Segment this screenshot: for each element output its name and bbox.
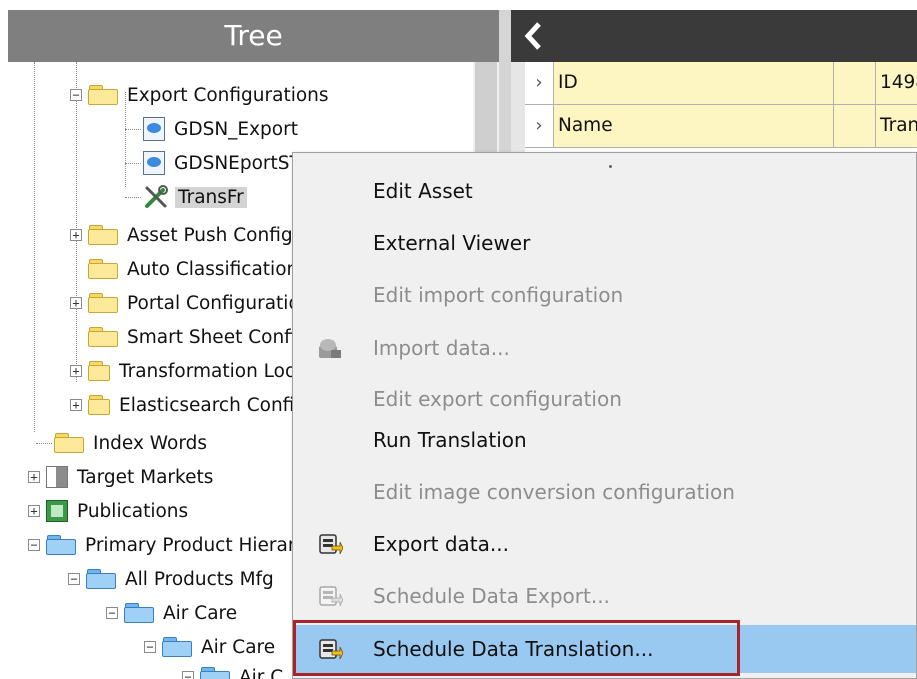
expand-icon[interactable]: + [70,229,82,241]
menu-item-schedule-data-export[interactable]: Schedule Data Export... [293,572,916,620]
expand-icon[interactable]: + [70,365,82,377]
tree-item-label: Publications [77,500,189,522]
tree-item-label: Index Words [93,432,207,454]
folder-icon [162,637,192,657]
wrench-screwdriver-icon [143,184,169,210]
schedule-export-icon [317,584,344,608]
menu-item-label: Edit import configuration [373,283,624,307]
import-data-icon [317,336,343,360]
property-name: Name [553,105,833,147]
folder-icon [88,225,118,245]
export-data-icon [317,532,344,556]
menu-item-label: Export data... [373,532,509,556]
expand-icon[interactable]: + [70,399,82,411]
schedule-translation-icon [317,637,344,661]
tree-item-label: GDSN_Export [174,118,298,140]
publications-icon [46,500,68,522]
menu-item-run-translation[interactable]: Run Translation [293,416,916,464]
property-cell [833,105,875,147]
export-config-icon [143,117,165,141]
tree-item-portal-configurations[interactable]: + Portal Configurations [70,288,324,318]
folder-icon [54,433,84,453]
tree-header: Tree [8,10,499,62]
folder-icon [88,327,118,347]
tree-item-label: Air Care [201,636,276,658]
collapse-icon[interactable]: − [182,671,194,679]
property-value: 1498 [875,62,917,104]
menu-item-edit-image-conversion-configuration[interactable]: Edit image conversion configuration [293,468,916,516]
folder-icon [88,259,118,279]
property-row-id[interactable]: › ID 1498 [525,62,917,105]
collapse-icon[interactable]: − [70,89,82,101]
tree-item-label: Air Care [163,602,238,624]
tree-item-gdsn-export[interactable]: GDSN_Export [125,114,301,144]
collapse-icon[interactable]: − [28,539,40,551]
menu-item-import-data[interactable]: Import data... [293,324,916,372]
tree-item-label: Air C [239,666,284,679]
property-value: Tran [875,105,917,147]
target-markets-icon [46,466,68,488]
property-row-name[interactable]: › Name Tran [525,105,917,148]
menu-item-schedule-data-translation[interactable]: Schedule Data Translation... [293,625,916,673]
expand-icon[interactable]: + [28,471,40,483]
property-name: ID [553,62,833,104]
tree-item-index-words[interactable]: Index Words [36,428,210,458]
menu-item-edit-import-configuration[interactable]: Edit import configuration [293,271,916,319]
expand-icon[interactable]: + [28,505,40,517]
tree-item-auto-classifications[interactable]: Auto Classifications [88,254,311,284]
property-cell [833,62,875,104]
menu-item-label: Run Translation [373,428,527,452]
tree-item-label: Export Configurations [127,84,329,106]
folder-icon [124,603,154,623]
tree-item-primary-product-hierarchy[interactable]: − Primary Product Hierarchy [28,530,331,560]
tree-guide-line [34,62,35,432]
tree-item-transfr[interactable]: TransFr [125,182,247,212]
folder-icon [88,85,118,105]
tree-item-label: TransFr [175,186,247,208]
details-header [511,10,917,62]
collapse-icon[interactable]: − [68,573,80,585]
tree-item-label: Target Markets [77,466,214,488]
tree-item-air-care[interactable]: − Air Care [106,598,240,628]
tree-item-label: All Products Mfg [125,568,274,590]
folder-icon [46,535,76,555]
folder-icon [88,361,110,381]
tree-connector [36,442,52,444]
collapse-icon[interactable]: − [106,607,118,619]
tree-connector [125,128,141,130]
menu-item-label: Schedule Data Export... [373,584,610,608]
expand-icon[interactable]: + [70,297,82,309]
expand-arrow-icon[interactable]: › [525,62,553,104]
menu-item-label: Import data... [373,336,510,360]
menu-item-external-viewer[interactable]: External Viewer [293,219,916,267]
collapse-panel-chevron-icon[interactable] [521,20,547,52]
menu-item-label: Edit Asset [373,179,473,203]
tree-connector [125,162,141,164]
tree-item-all-products-mfg[interactable]: − All Products Mfg [68,564,277,594]
folder-icon [88,293,118,313]
menu-item-label: Edit image conversion configuration [373,480,735,504]
tree-connector [125,196,141,198]
tree-item-target-markets[interactable]: + Target Markets [28,462,216,492]
tree-item-publications[interactable]: + Publications [28,496,191,526]
tree-item-air-c[interactable]: − Air C [182,662,286,679]
collapse-icon[interactable]: − [144,641,156,653]
folder-icon [88,395,110,415]
menu-item-label: Schedule Data Translation... [373,637,654,661]
folder-icon [86,569,116,589]
menu-item-edit-asset[interactable]: Edit Asset [293,167,916,215]
export-config-icon [143,151,165,175]
menu-item-export-data[interactable]: Export data... [293,520,916,568]
folder-icon [200,667,230,679]
expand-arrow-icon[interactable]: › [525,105,553,147]
tree-item-label: Auto Classifications [127,258,308,280]
tree-item-air-care-nested[interactable]: − Air Care [144,632,278,662]
tree-item-export-configurations[interactable]: − Export Configurations [70,80,332,110]
context-menu: Edit Asset External Viewer Edit import c… [292,152,917,679]
menu-item-label: External Viewer [373,231,531,255]
